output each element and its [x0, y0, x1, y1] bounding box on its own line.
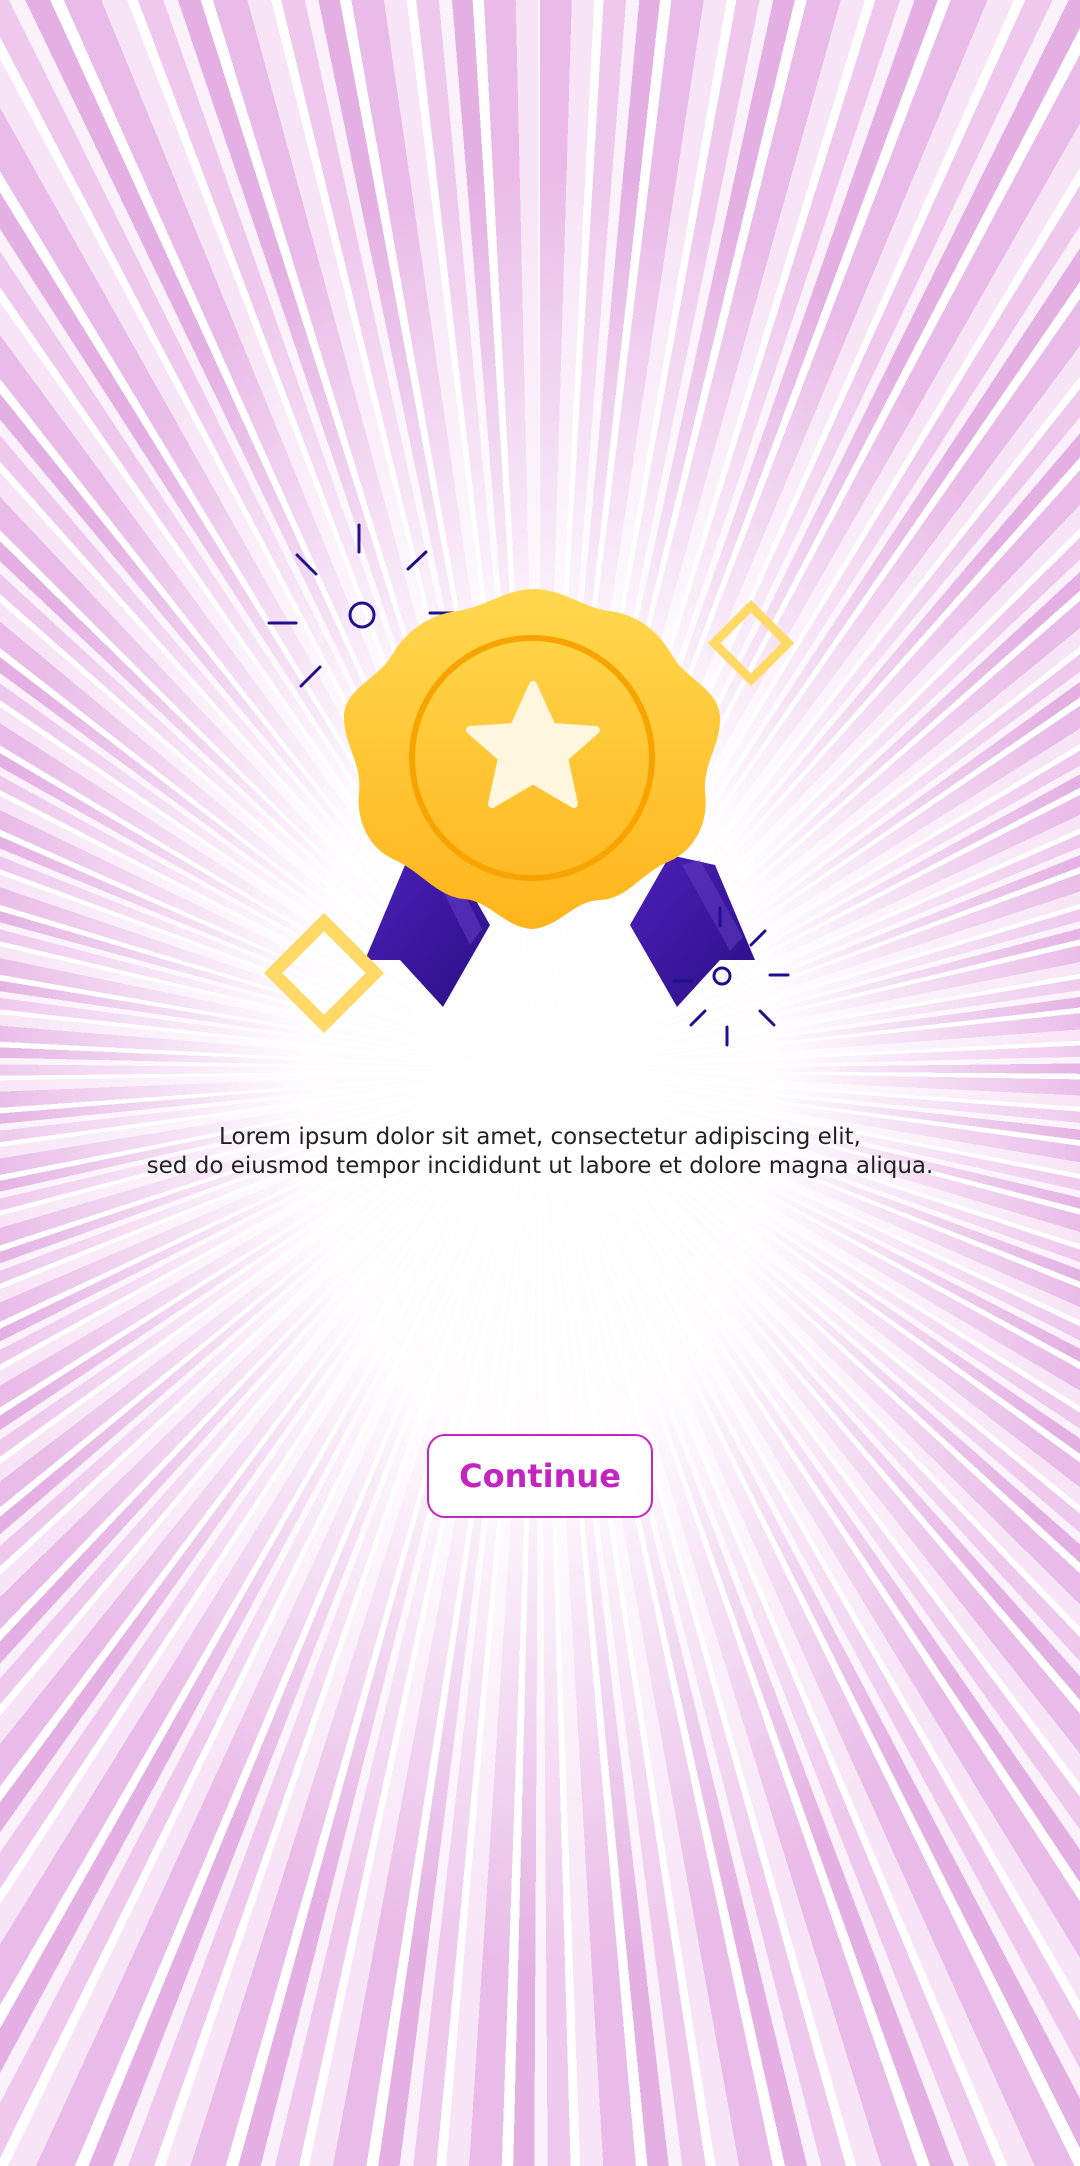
- diamond-icon: [707, 599, 795, 687]
- description-text: Lorem ipsum dolor sit amet, consectetur …: [90, 1123, 990, 1181]
- background-rays: [0, 0, 1080, 2166]
- award-badge-illustration: [263, 523, 795, 1047]
- description-line-2: sed do eiusmod tempor incididunt ut labo…: [146, 1153, 934, 1179]
- diamond-icon: [263, 912, 385, 1034]
- description-line-1: Lorem ipsum dolor sit amet, consectetur …: [219, 1124, 861, 1150]
- continue-button[interactable]: Continue: [427, 1434, 653, 1518]
